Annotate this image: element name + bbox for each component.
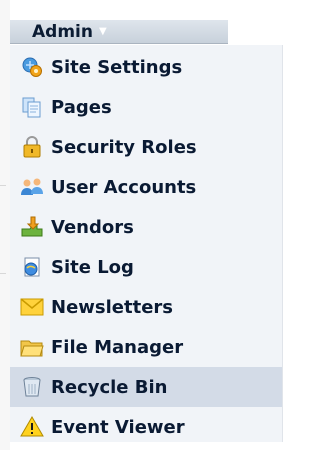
menu-item-event-viewer[interactable]: Event Viewer bbox=[10, 407, 282, 447]
menu-item-file-manager[interactable]: File Manager bbox=[10, 327, 282, 367]
vendors-icon bbox=[20, 215, 44, 239]
menu-item-label: Newsletters bbox=[51, 296, 174, 318]
security-roles-icon bbox=[20, 135, 44, 159]
page-edge bbox=[0, 0, 10, 450]
menu-item-newsletters[interactable]: Newsletters bbox=[10, 287, 282, 327]
menu-item-site-log[interactable]: Site Log bbox=[10, 247, 282, 287]
menu-item-label: Security Roles bbox=[51, 136, 197, 158]
page-edge-tick bbox=[0, 185, 6, 186]
menu-item-pages[interactable]: Pages bbox=[10, 87, 282, 127]
menu-item-label: Event Viewer bbox=[51, 416, 185, 438]
recycle-bin-icon bbox=[20, 375, 44, 399]
menu-item-label: Recycle Bin bbox=[51, 376, 168, 398]
admin-menu-header[interactable]: Admin ▼ bbox=[10, 20, 228, 44]
event-viewer-icon bbox=[20, 415, 44, 439]
menu-item-recycle-bin[interactable]: Recycle Bin bbox=[10, 367, 282, 407]
menu-item-label: User Accounts bbox=[51, 176, 197, 198]
menu-item-label: Pages bbox=[51, 96, 112, 118]
admin-dropdown-menu: Site Settings Pages Security Roles User … bbox=[10, 45, 283, 442]
pages-icon bbox=[20, 95, 44, 119]
dropdown-arrow-icon: ▼ bbox=[98, 26, 107, 37]
menu-item-user-accounts[interactable]: User Accounts bbox=[10, 167, 282, 207]
menu-item-label: File Manager bbox=[51, 336, 184, 358]
menu-item-security-roles[interactable]: Security Roles bbox=[10, 127, 282, 167]
newsletters-icon bbox=[20, 295, 44, 319]
file-manager-icon bbox=[20, 335, 44, 359]
menu-item-vendors[interactable]: Vendors bbox=[10, 207, 282, 247]
user-accounts-icon bbox=[20, 175, 44, 199]
page-edge-tick bbox=[0, 273, 6, 274]
site-log-icon bbox=[20, 255, 44, 279]
menu-item-label: Site Log bbox=[51, 256, 134, 278]
admin-menu-title: Admin bbox=[32, 21, 93, 42]
site-settings-icon bbox=[20, 55, 44, 79]
menu-item-label: Vendors bbox=[51, 216, 134, 238]
menu-item-site-settings[interactable]: Site Settings bbox=[10, 47, 282, 87]
menu-item-label: Site Settings bbox=[51, 56, 183, 78]
